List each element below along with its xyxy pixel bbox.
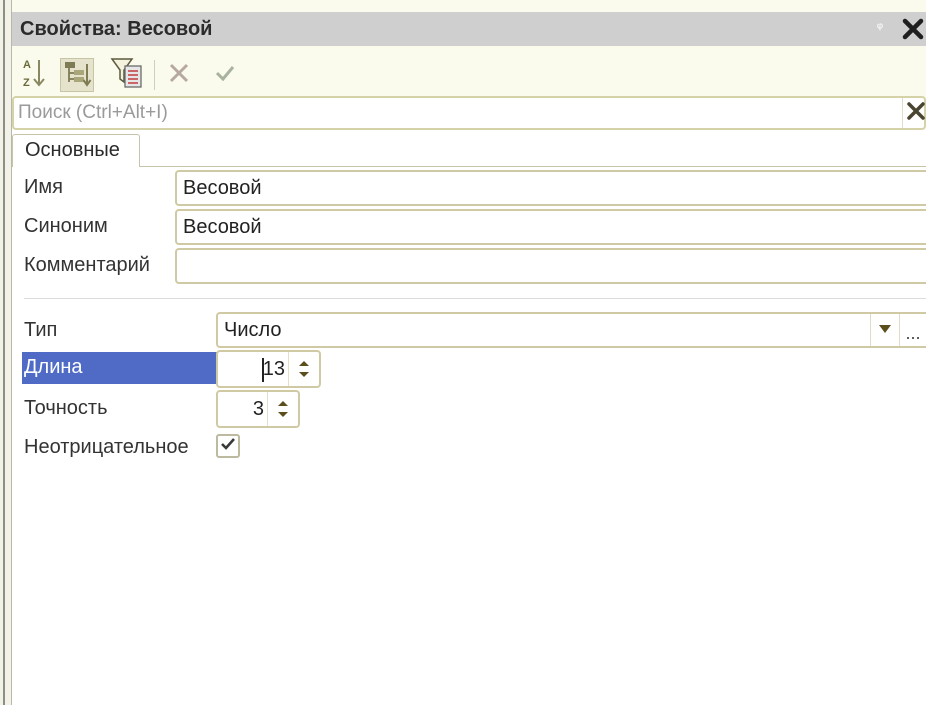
spin-down-icon[interactable] xyxy=(298,371,310,378)
length-value[interactable]: 13 xyxy=(263,358,285,381)
left-splitter[interactable] xyxy=(0,0,12,705)
length-spinner[interactable]: 13 xyxy=(216,350,321,388)
section-divider xyxy=(24,298,926,299)
group-by-category-icon xyxy=(62,58,92,93)
type-dropdown-button[interactable] xyxy=(870,314,899,346)
length-label: Длина xyxy=(24,356,83,378)
properties-panel: Свойства: Весовой ᵠ A Z Поиск (Ctrl+Alt+… xyxy=(12,12,926,705)
group-by-category-button[interactable] xyxy=(60,58,94,92)
nonnegative-checkbox[interactable] xyxy=(216,434,240,458)
length-spin-buttons[interactable] xyxy=(288,352,319,386)
sort-alphabetical-icon: A Z xyxy=(20,56,50,95)
window-title: Свойства: Весовой xyxy=(20,18,213,40)
search-input[interactable] xyxy=(18,98,898,128)
nonnegative-label: Неотрицательное xyxy=(24,436,189,458)
clear-icon xyxy=(905,100,926,127)
comment-field xyxy=(175,248,926,284)
length-label-highlight: Длина xyxy=(22,352,217,384)
sort-alphabetical-button[interactable]: A Z xyxy=(18,58,52,92)
filter-list-icon xyxy=(110,56,144,95)
precision-spinner[interactable]: 3 xyxy=(216,390,300,428)
spin-up-icon[interactable] xyxy=(277,400,289,407)
type-value[interactable] xyxy=(218,314,868,346)
spin-up-icon[interactable] xyxy=(298,360,310,367)
synonym-input[interactable] xyxy=(177,211,926,243)
comment-input[interactable] xyxy=(177,250,926,282)
tab-bar: Основные xyxy=(12,134,926,167)
tab-baseline xyxy=(12,166,926,167)
close-icon[interactable] xyxy=(900,14,926,44)
svg-text:A: A xyxy=(23,59,31,71)
synonym-field xyxy=(175,209,926,245)
pin-icon[interactable]: ᵠ xyxy=(872,16,888,38)
dropdown-arrow-icon xyxy=(878,321,892,339)
toolbar-separator xyxy=(154,60,155,90)
search-box xyxy=(12,96,926,130)
name-field xyxy=(175,170,926,206)
confirm-check-icon xyxy=(214,62,236,89)
precision-label: Точность xyxy=(24,397,108,419)
type-more-button[interactable]: ... xyxy=(899,314,926,346)
type-select[interactable]: ... xyxy=(216,312,926,348)
comment-label: Комментарий xyxy=(24,254,150,276)
name-input[interactable] xyxy=(177,172,926,204)
splitter-line xyxy=(3,0,5,705)
type-label: Тип xyxy=(24,319,58,341)
checkmark-icon xyxy=(220,436,236,457)
precision-value[interactable]: 3 xyxy=(253,398,264,421)
precision-spin-buttons[interactable] xyxy=(267,392,298,426)
confirm-button[interactable] xyxy=(208,58,242,92)
search-clear-button[interactable] xyxy=(902,98,926,128)
cancel-button[interactable] xyxy=(162,58,196,92)
svg-text:Z: Z xyxy=(23,77,30,89)
cancel-x-icon xyxy=(167,61,191,90)
filter-list-button[interactable] xyxy=(110,56,144,95)
title-bar: Свойства: Весовой ᵠ xyxy=(12,12,926,46)
name-label: Имя xyxy=(24,176,63,198)
tab-main[interactable]: Основные xyxy=(12,134,140,167)
spin-down-icon[interactable] xyxy=(277,411,289,418)
synonym-label: Синоним xyxy=(24,215,108,237)
